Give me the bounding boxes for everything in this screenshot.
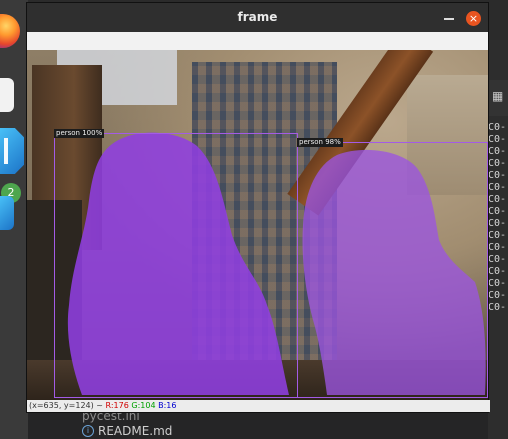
- toolbar-strip: [27, 32, 488, 50]
- vscode-logo-mark: [4, 138, 17, 164]
- cursor-coordinates: (x=635, y=124) ~: [29, 401, 103, 410]
- code-line: C0-: [488, 242, 507, 253]
- pixel-blue-value: B:16: [158, 401, 177, 410]
- title-bar[interactable]: frame ×: [27, 3, 488, 32]
- code-line: C0-: [488, 122, 507, 133]
- file-item-label: README.md: [98, 424, 173, 438]
- window-title: frame: [237, 10, 278, 24]
- close-button[interactable]: ×: [466, 11, 481, 26]
- code-line: C0-: [488, 218, 507, 229]
- files-icon[interactable]: [0, 78, 14, 112]
- code-line: C0-: [488, 194, 507, 205]
- code-line: C0-: [488, 254, 507, 265]
- code-line: C0-: [488, 170, 507, 181]
- code-line: C0-: [488, 182, 507, 193]
- vscode-icon[interactable]: [0, 196, 14, 230]
- firefox-icon[interactable]: [0, 14, 20, 48]
- code-line: C0-: [488, 158, 507, 169]
- bounding-box: [297, 142, 488, 398]
- code-line: C0-: [488, 134, 507, 145]
- minimize-button[interactable]: [444, 18, 454, 20]
- frame-window: frame × person 100% person 98% (x=635, y…: [27, 3, 490, 412]
- code-line: C0-: [488, 266, 507, 277]
- image-panel[interactable]: person 100% person 98%: [27, 50, 488, 400]
- detection-label: person 100%: [54, 129, 105, 138]
- status-bar: (x=635, y=124) ~ R:176 G:104 B:16: [27, 400, 490, 412]
- code-line: C0-: [488, 302, 507, 313]
- vscode-icon[interactable]: [0, 128, 24, 174]
- code-line: C0-: [488, 206, 507, 217]
- ubuntu-dock: 2: [0, 0, 28, 439]
- pixel-red-value: R:176: [105, 401, 129, 410]
- info-icon: i: [82, 425, 94, 437]
- file-item-readme[interactable]: i README.md: [82, 424, 172, 438]
- code-line: C0-: [488, 290, 507, 301]
- code-line: C0-: [488, 230, 507, 241]
- grid-icon[interactable]: ▦: [492, 89, 503, 103]
- detection-label: person 98%: [297, 138, 343, 147]
- bounding-box: [54, 133, 298, 398]
- pixel-green-value: G:104: [131, 401, 156, 410]
- code-line: C0-: [488, 278, 507, 289]
- code-line: C0-: [488, 146, 507, 157]
